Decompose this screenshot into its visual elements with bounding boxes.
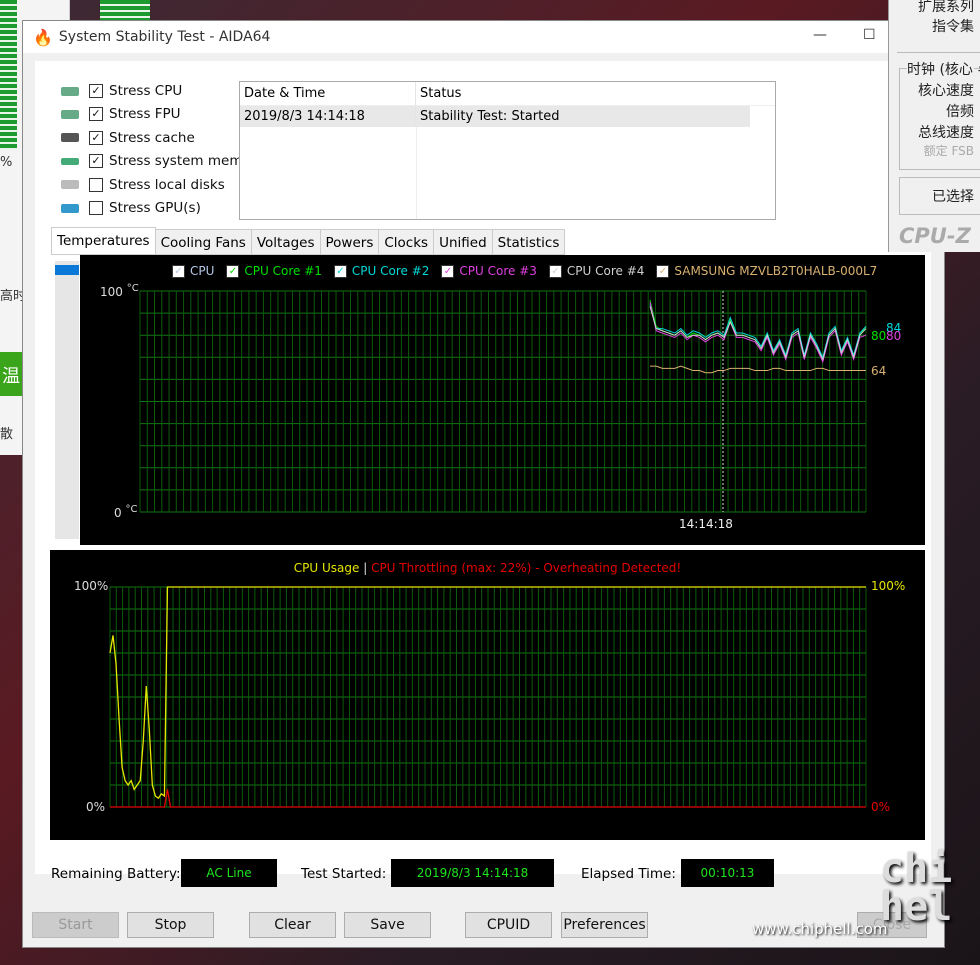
disk-icon: [61, 180, 79, 190]
bg-text: 散: [0, 427, 14, 442]
title-bar[interactable]: 🔥 System Stability Test - AIDA64 — ☐: [23, 21, 944, 53]
checkbox[interactable]: ✓: [89, 154, 103, 169]
checkbox[interactable]: ✓: [89, 107, 103, 122]
cpuz-brand: CPU-Z: [899, 224, 971, 248]
end-label: 80: [871, 329, 887, 343]
scroll-thumb[interactable]: [55, 265, 79, 275]
checkbox[interactable]: [89, 177, 103, 192]
stress-label: Stress GPU(s): [109, 200, 201, 216]
stress-label: Stress local disks: [109, 176, 225, 193]
stress-option[interactable]: ✓ Stress CPU: [61, 83, 182, 99]
stress-option[interactable]: ✓ Stress system memory: [61, 153, 264, 169]
temperature-plot: [139, 290, 867, 513]
temperature-chart: ✓ CPU ✓ CPU Core #1 ✓ CPU Core #2 ✓ CPU Core #3…: [80, 255, 925, 545]
y-max: 100: [100, 285, 123, 299]
y-max-left: 100%: [74, 579, 109, 593]
usage-bars: [0, 0, 17, 150]
watermark-url: www.chiphell.com: [752, 920, 888, 938]
tab-unified[interactable]: Unified: [434, 229, 493, 255]
test-started-value: 2019/8/3 14:14:18: [391, 859, 554, 887]
tab-cooling-fans[interactable]: Cooling Fans: [155, 229, 252, 255]
log-status: Stability Test: Started: [420, 109, 560, 124]
stop-button[interactable]: Stop: [127, 912, 214, 938]
log-row[interactable]: 2019/8/3 14:14:18 Stability Test: Started: [240, 106, 750, 127]
battery-value: AC Line: [181, 859, 277, 887]
stress-option[interactable]: Stress GPU(s): [61, 200, 201, 216]
start-button[interactable]: Start: [32, 912, 119, 938]
test-started-label: Test Started:: [301, 866, 387, 882]
cpuz-label: 指令集: [932, 19, 974, 35]
series-samsung-mzvlb2t0halb-000l7: [650, 365, 866, 374]
y-max-label: 100 °C: [100, 283, 139, 299]
tab-voltages[interactable]: Voltages: [251, 229, 321, 255]
unit: °C: [126, 283, 139, 294]
cpuz-label: 扩展系列: [918, 0, 974, 15]
fpu-icon: [61, 109, 79, 119]
tab-powers[interactable]: Powers: [320, 229, 380, 255]
y-min: 0: [114, 506, 122, 520]
cpu-icon: [61, 86, 79, 96]
maximize-button[interactable]: ☐: [863, 27, 876, 43]
preferences-button[interactable]: Preferences: [561, 912, 648, 938]
cache-icon: [61, 133, 79, 143]
flame-icon: 🔥: [33, 27, 53, 47]
bg-text: %: [0, 155, 13, 170]
elapsed-value: 00:10:13: [681, 859, 774, 887]
chiphell-logo: chi hel: [880, 846, 953, 930]
memory-icon: [61, 157, 79, 165]
battery-label: Remaining Battery:: [51, 866, 181, 882]
cpuid-button[interactable]: CPUID: [465, 912, 552, 938]
tab-temperatures[interactable]: Temperatures: [51, 227, 156, 255]
checkbox[interactable]: ✓: [89, 84, 103, 98]
stress-label: Stress CPU: [109, 83, 183, 99]
usage-plot: [109, 586, 867, 808]
x-tick-label: 14:14:18: [679, 517, 733, 531]
end-label: 64: [871, 364, 887, 378]
event-log[interactable]: Date & Time Status 2019/8/3 14:14:18 Stabi…: [239, 81, 776, 220]
y-min-left: 0%: [86, 800, 106, 814]
stress-option[interactable]: ✓ Stress cache: [61, 130, 195, 146]
tab-statistics[interactable]: Statistics: [492, 229, 566, 255]
cpuz-group: 时钟 (核心 #: [907, 59, 980, 79]
end-label: 80: [886, 329, 902, 343]
cpuz-label: 倍频: [946, 104, 974, 120]
checkbox[interactable]: ✓: [89, 130, 103, 145]
elapsed-label: Elapsed Time:: [581, 866, 676, 882]
clear-button[interactable]: Clear: [249, 912, 336, 938]
stress-option[interactable]: Stress local disks: [61, 177, 225, 193]
cpuz-window: 扩展系列 指令集 时钟 (核心 # 核心速度 倍频 总线速度 额定 FSB 已选…: [888, 0, 980, 252]
cpuz-label: 额定 FSB: [923, 144, 974, 158]
log-date: 2019/8/3 14:14:18: [240, 106, 416, 127]
tab-clocks[interactable]: Clocks: [379, 229, 435, 255]
save-button[interactable]: Save: [344, 912, 431, 938]
cpuz-label: 总线速度: [918, 125, 974, 141]
cpuz-selected[interactable]: 已选择: [932, 186, 974, 206]
bg-button[interactable]: 温: [0, 352, 24, 396]
column-status[interactable]: Status: [416, 86, 461, 101]
gpu-icon: [61, 203, 79, 213]
minimize-button[interactable]: —: [813, 27, 827, 43]
y-min-label: 0 °C: [114, 504, 137, 520]
unit: °C: [125, 504, 138, 515]
y-min-right: 0%: [871, 800, 891, 814]
usage-bars: [100, 0, 150, 20]
cpuz-label: 核心速度: [918, 83, 974, 99]
window-title: System Stability Test - AIDA64: [58, 29, 271, 45]
stress-label: Stress cache: [109, 129, 195, 146]
column-date[interactable]: Date & Time: [240, 82, 416, 105]
cpu-usage-chart: CPU Usage | CPU Throttling (max: 22%) - …: [50, 550, 925, 840]
sensor-scrollbar[interactable]: [55, 261, 79, 539]
stress-label: Stress FPU: [109, 106, 181, 123]
checkbox[interactable]: [89, 201, 103, 215]
stress-option[interactable]: ✓ Stress FPU: [61, 106, 181, 122]
y-max-right: 100%: [871, 579, 906, 593]
